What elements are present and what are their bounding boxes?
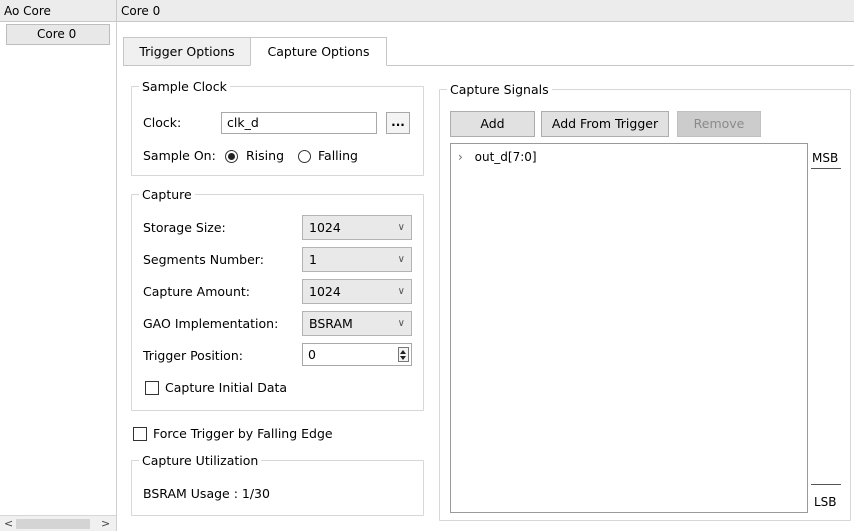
clock-browse-button[interactable]: ... xyxy=(386,112,410,134)
storage-size-value: 1024 xyxy=(309,220,341,235)
clock-input-value: clk_d xyxy=(227,115,259,130)
capture-initial-data-checkbox[interactable] xyxy=(145,381,159,395)
main-header: Core 0 xyxy=(117,0,854,22)
capture-amount-value: 1024 xyxy=(309,284,341,299)
capture-amount-label: Capture Amount: xyxy=(143,284,251,299)
tree-header-title: Ao Core xyxy=(4,3,51,18)
segments-label: Segments Number: xyxy=(143,252,264,267)
signal-name: out_d[7:0] xyxy=(474,150,537,164)
tab-label: Capture Options xyxy=(267,44,370,59)
capture-amount-select[interactable]: 1024 ∨ xyxy=(302,279,412,304)
gao-implementation-label: GAO Implementation: xyxy=(143,316,279,331)
scroll-left-icon[interactable]: < xyxy=(4,516,13,531)
clock-label: Clock: xyxy=(143,115,182,130)
add-label: Add xyxy=(480,116,505,131)
core-tree-panel: Core 0 < > xyxy=(0,22,117,531)
rising-label[interactable]: Rising xyxy=(246,148,284,164)
storage-size-select[interactable]: 1024 ∨ xyxy=(302,215,412,240)
tree-item-label: Core 0 xyxy=(37,27,77,41)
browse-label: ... xyxy=(391,115,405,129)
tree-header: Ao Core xyxy=(0,0,117,22)
tab-label: Trigger Options xyxy=(139,44,235,59)
spinner-arrows-icon[interactable] xyxy=(398,347,409,362)
falling-label[interactable]: Falling xyxy=(318,148,358,164)
tree-item-core-0[interactable]: Core 0 xyxy=(6,24,110,45)
scroll-thumb[interactable] xyxy=(16,519,90,529)
chevron-down-icon: ∨ xyxy=(397,222,405,233)
capture-initial-data-label[interactable]: Capture Initial Data xyxy=(165,380,287,396)
capture-signals-list[interactable]: › out_d[7:0] xyxy=(450,143,808,513)
sample-on-label: Sample On: xyxy=(143,148,216,163)
lsb-label: LSB xyxy=(814,495,837,509)
tab-bar-divider xyxy=(387,65,854,66)
trigger-position-spinbox[interactable]: 0 xyxy=(302,343,412,366)
force-trigger-checkbox[interactable] xyxy=(133,427,147,441)
remove-label: Remove xyxy=(693,116,745,131)
chevron-down-icon: ∨ xyxy=(397,254,405,265)
trigger-position-value: 0 xyxy=(308,347,316,362)
chevron-down-icon: ∨ xyxy=(397,286,405,297)
gao-implementation-select[interactable]: BSRAM ∨ xyxy=(302,311,412,336)
tab-trigger-options[interactable]: Trigger Options xyxy=(123,37,250,66)
rising-radio[interactable] xyxy=(225,150,238,163)
chevron-down-icon: ∨ xyxy=(397,318,405,329)
sample-clock-title: Sample Clock xyxy=(139,79,230,94)
capture-utilization-title: Capture Utilization xyxy=(139,453,262,468)
tab-capture-options[interactable]: Capture Options xyxy=(250,37,387,66)
add-from-trigger-label: Add From Trigger xyxy=(551,116,659,131)
list-item[interactable]: › out_d[7:0] xyxy=(458,150,537,164)
lsb-divider xyxy=(811,484,841,485)
force-trigger-label[interactable]: Force Trigger by Falling Edge xyxy=(153,426,333,442)
segments-select[interactable]: 1 ∨ xyxy=(302,247,412,272)
add-from-trigger-button[interactable]: Add From Trigger xyxy=(541,111,669,137)
msb-divider xyxy=(811,168,841,169)
segments-value: 1 xyxy=(309,252,317,267)
falling-radio[interactable] xyxy=(298,150,311,163)
trigger-position-label: Trigger Position: xyxy=(143,348,243,363)
chevron-right-icon[interactable]: › xyxy=(458,150,463,164)
scroll-right-icon[interactable]: > xyxy=(101,516,110,531)
bsram-usage-text: BSRAM Usage : 1/30 xyxy=(143,486,270,501)
capture-title: Capture xyxy=(139,187,195,202)
clock-input[interactable]: clk_d xyxy=(221,112,377,134)
add-button[interactable]: Add xyxy=(450,111,535,137)
storage-size-label: Storage Size: xyxy=(143,220,226,235)
horizontal-scrollbar[interactable]: < > xyxy=(0,515,116,531)
msb-label: MSB xyxy=(812,151,839,165)
gao-implementation-value: BSRAM xyxy=(309,316,353,331)
main-header-title: Core 0 xyxy=(121,3,161,18)
capture-signals-title: Capture Signals xyxy=(447,82,552,97)
remove-button[interactable]: Remove xyxy=(677,111,761,137)
